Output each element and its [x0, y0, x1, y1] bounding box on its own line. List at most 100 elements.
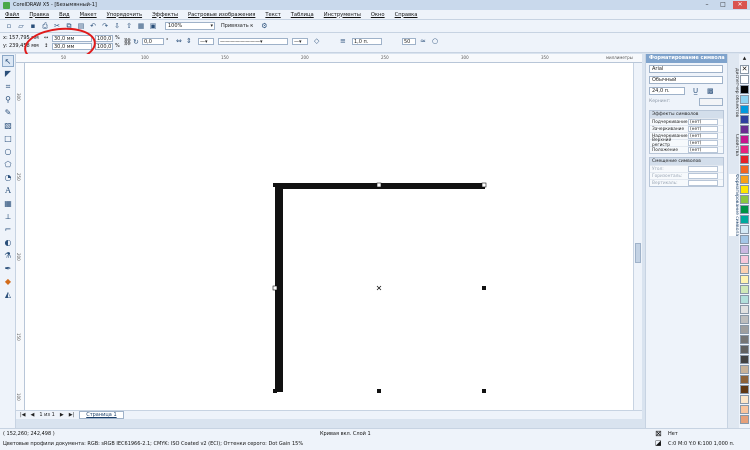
shape-tool-icon[interactable]: ◤ [2, 68, 14, 80]
import-icon[interactable]: ⇩ [112, 22, 122, 31]
line-style-dropdown[interactable]: ————————▾ [218, 38, 288, 45]
end-arrow-dropdown[interactable]: —▾ [292, 38, 308, 45]
options-icon[interactable]: ⚙ [259, 22, 269, 31]
color-swatch[interactable] [740, 215, 749, 224]
mirror-horizontal-icon[interactable]: ⇔ [176, 37, 182, 45]
lock-ratio-icon[interactable]: ⛓ [123, 38, 132, 46]
shift-field[interactable] [688, 173, 718, 179]
color-swatch[interactable] [740, 285, 749, 294]
table-tool-icon[interactable]: ▦ [2, 198, 14, 210]
eyedropper-tool-icon[interactable]: ⚗ [2, 250, 14, 262]
snap-to-dropdown[interactable]: Привязать к [221, 23, 253, 29]
color-swatch[interactable] [740, 185, 749, 194]
wrap-text-icon[interactable]: ○ [432, 37, 438, 45]
outline-pen-tool-icon[interactable]: ✒ [2, 263, 14, 275]
scale-x-field[interactable]: 100,0 [95, 35, 113, 42]
menu-file[interactable]: Файл [0, 12, 24, 18]
selection-handle[interactable] [377, 389, 381, 393]
palette-scroll-up-icon[interactable]: ▴ [740, 54, 749, 63]
ellipse-tool-icon[interactable]: ○ [2, 146, 14, 158]
effect-dropdown[interactable]: (нет) [688, 147, 718, 153]
color-swatch[interactable] [740, 165, 749, 174]
selection-handle[interactable] [376, 182, 382, 188]
color-swatch[interactable] [740, 145, 749, 154]
menu-tools[interactable]: Инструменты [319, 12, 366, 18]
redo-icon[interactable]: ↷ [100, 22, 110, 31]
smoothing-field[interactable]: 50 [402, 38, 416, 45]
selection-handle[interactable] [482, 389, 486, 393]
zoom-tool-icon[interactable]: ⚲ [2, 94, 14, 106]
color-swatch[interactable] [740, 325, 749, 334]
text-tool-icon[interactable]: A [2, 185, 14, 197]
polygon-tool-icon[interactable]: ⬠ [2, 159, 14, 171]
font-family-dropdown[interactable]: Arial [649, 65, 723, 73]
menu-text[interactable]: Текст [260, 12, 285, 18]
blend-tool-icon[interactable]: ◐ [2, 237, 14, 249]
prev-page-button[interactable]: ◀ [31, 412, 35, 418]
color-swatch[interactable] [740, 365, 749, 374]
effect-dropdown[interactable]: (нет) [688, 119, 718, 125]
color-swatch[interactable] [740, 225, 749, 234]
color-swatch[interactable] [740, 305, 749, 314]
selection-handle[interactable] [272, 285, 278, 291]
minimize-button[interactable]: – [700, 1, 714, 9]
color-swatch[interactable] [740, 395, 749, 404]
color-swatch[interactable] [740, 205, 749, 214]
last-page-button[interactable]: ▶| [69, 412, 75, 418]
underline-icon[interactable]: U̲ [693, 87, 698, 95]
color-swatch[interactable] [740, 335, 749, 344]
scrollbar-thumb[interactable] [635, 243, 641, 263]
close-button[interactable]: ✕ [733, 1, 747, 9]
menu-edit[interactable]: Правка [24, 12, 54, 18]
selection-handle[interactable] [273, 389, 277, 393]
color-swatch[interactable] [740, 405, 749, 414]
menu-bitmaps[interactable]: Растровые изображения [183, 12, 260, 18]
first-page-button[interactable]: |◀ [20, 412, 26, 418]
zoom-level-dropdown[interactable]: 100% ▾ [165, 22, 215, 30]
color-swatch[interactable] [740, 315, 749, 324]
drawing-canvas[interactable] [25, 63, 633, 410]
close-curve-icon[interactable]: ◇ [314, 37, 319, 45]
horizontal-ruler[interactable]: 50 100 150 200 250 300 350 миллиметры [16, 54, 642, 63]
selection-handle[interactable] [482, 286, 486, 290]
color-swatch[interactable] [740, 385, 749, 394]
start-arrow-dropdown[interactable]: —▾ [198, 38, 214, 45]
color-swatch[interactable] [740, 195, 749, 204]
welcome-screen-icon[interactable]: ▣ [148, 22, 158, 31]
menu-table[interactable]: Таблица [286, 12, 319, 18]
font-color-icon[interactable]: ▩ [707, 87, 714, 95]
font-size-field[interactable]: 24,0 п. [649, 87, 685, 95]
menu-window[interactable]: Окно [366, 12, 390, 18]
basic-shapes-tool-icon[interactable]: ◔ [2, 172, 14, 184]
color-swatch[interactable] [740, 235, 749, 244]
font-style-dropdown[interactable]: Обычный [649, 76, 723, 84]
menu-view[interactable]: Вид [54, 12, 75, 18]
fill-tool-icon[interactable]: ◆ [2, 276, 14, 288]
color-swatch[interactable] [740, 415, 749, 424]
color-swatch[interactable] [740, 75, 749, 84]
rectangle-tool-icon[interactable]: □ [2, 133, 14, 145]
undo-icon[interactable]: ↶ [88, 22, 98, 31]
color-swatch[interactable] [740, 155, 749, 164]
interactive-fill-tool-icon[interactable]: ◭ [2, 289, 14, 301]
dimension-tool-icon[interactable]: ⟂ [2, 211, 14, 223]
smooth-icon[interactable]: ≈ [420, 37, 426, 45]
color-profile-info[interactable]: Цветовые профили документа: RGB: sRGB IE… [3, 441, 303, 447]
scale-y-field[interactable]: 100,0 [95, 43, 113, 50]
export-icon[interactable]: ⇧ [124, 22, 134, 31]
shift-field[interactable] [688, 166, 718, 172]
crop-tool-icon[interactable]: ⌗ [2, 81, 14, 93]
connector-tool-icon[interactable]: ⌐ [2, 224, 14, 236]
menu-layout[interactable]: Макет [75, 12, 102, 18]
save-icon[interactable]: ▪ [28, 22, 38, 31]
color-swatch[interactable] [740, 135, 749, 144]
open-folder-icon[interactable]: ▱ [16, 22, 26, 31]
selection-handle[interactable] [481, 182, 487, 188]
maximize-button[interactable]: □ [716, 1, 730, 9]
kerning-field[interactable] [699, 98, 723, 106]
vertical-ruler[interactable]: 300 250 200 150 100 [16, 63, 25, 410]
color-swatch[interactable] [740, 115, 749, 124]
next-page-button[interactable]: ▶ [60, 412, 64, 418]
color-swatch[interactable] [740, 275, 749, 284]
color-swatch[interactable] [740, 265, 749, 274]
